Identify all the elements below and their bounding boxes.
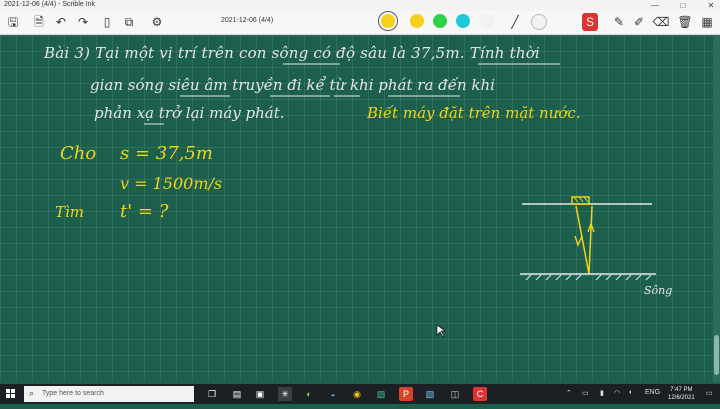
wave-path-down [575, 205, 590, 275]
app-icon-2[interactable]: ▨ [374, 387, 388, 401]
given-label: Cho [60, 143, 97, 164]
taskbar-search[interactable]: ⌕ Type here to search [24, 386, 194, 402]
wifi-icon[interactable]: ◠ [614, 389, 620, 397]
start-button[interactable] [0, 384, 22, 404]
app-icon-1[interactable]: ▣ [253, 387, 267, 401]
clock-time: 7:47 PM [670, 387, 693, 393]
find-label: Tìm [55, 203, 85, 221]
clock[interactable]: 7:47 PM 12/6/2021 [668, 386, 695, 402]
app-icon-green[interactable]: ◐ [302, 387, 316, 401]
find-time: t' = ? [120, 201, 169, 222]
wave-path-up [588, 205, 593, 275]
given-velocity: v = 1500m/s [120, 174, 223, 193]
battery-icon[interactable]: ▮ [600, 389, 604, 397]
clock-date: 12/6/2021 [668, 395, 695, 401]
tray-chevron-icon[interactable]: ⌃ [566, 389, 572, 397]
language-indicator[interactable]: ENG [645, 389, 660, 396]
file-explorer-icon[interactable]: ▤ [230, 387, 244, 401]
powerpoint-icon[interactable]: P [399, 387, 413, 401]
notification-icon[interactable]: ▭ [706, 389, 713, 397]
app-icon-3[interactable]: ▧ [423, 387, 437, 401]
scrible-ink-icon[interactable]: ✳ [278, 387, 292, 401]
app-icon-4[interactable]: ◫ [448, 387, 462, 401]
edge-icon[interactable]: ◒ [326, 387, 340, 401]
app-icon-5[interactable]: C [473, 387, 487, 401]
taskbar: ⌕ Type here to search ❐ ▤ ▣ ✳ ◐ ◒ ◉ ▨ P … [0, 384, 720, 404]
windows-logo-icon [6, 389, 15, 398]
given-distance: s = 37,5m [120, 143, 213, 164]
chrome-icon[interactable]: ◉ [350, 387, 364, 401]
search-placeholder: Type here to search [42, 390, 104, 397]
task-view-icon[interactable]: ❐ [205, 387, 219, 401]
network-icon[interactable]: ▭ [582, 389, 589, 397]
search-icon: ⌕ [29, 388, 35, 398]
river-label: Sông [644, 284, 673, 297]
handwriting-strokes [144, 63, 656, 338]
mouse-cursor-icon [436, 324, 446, 338]
volume-icon[interactable]: ◖ [628, 389, 632, 396]
